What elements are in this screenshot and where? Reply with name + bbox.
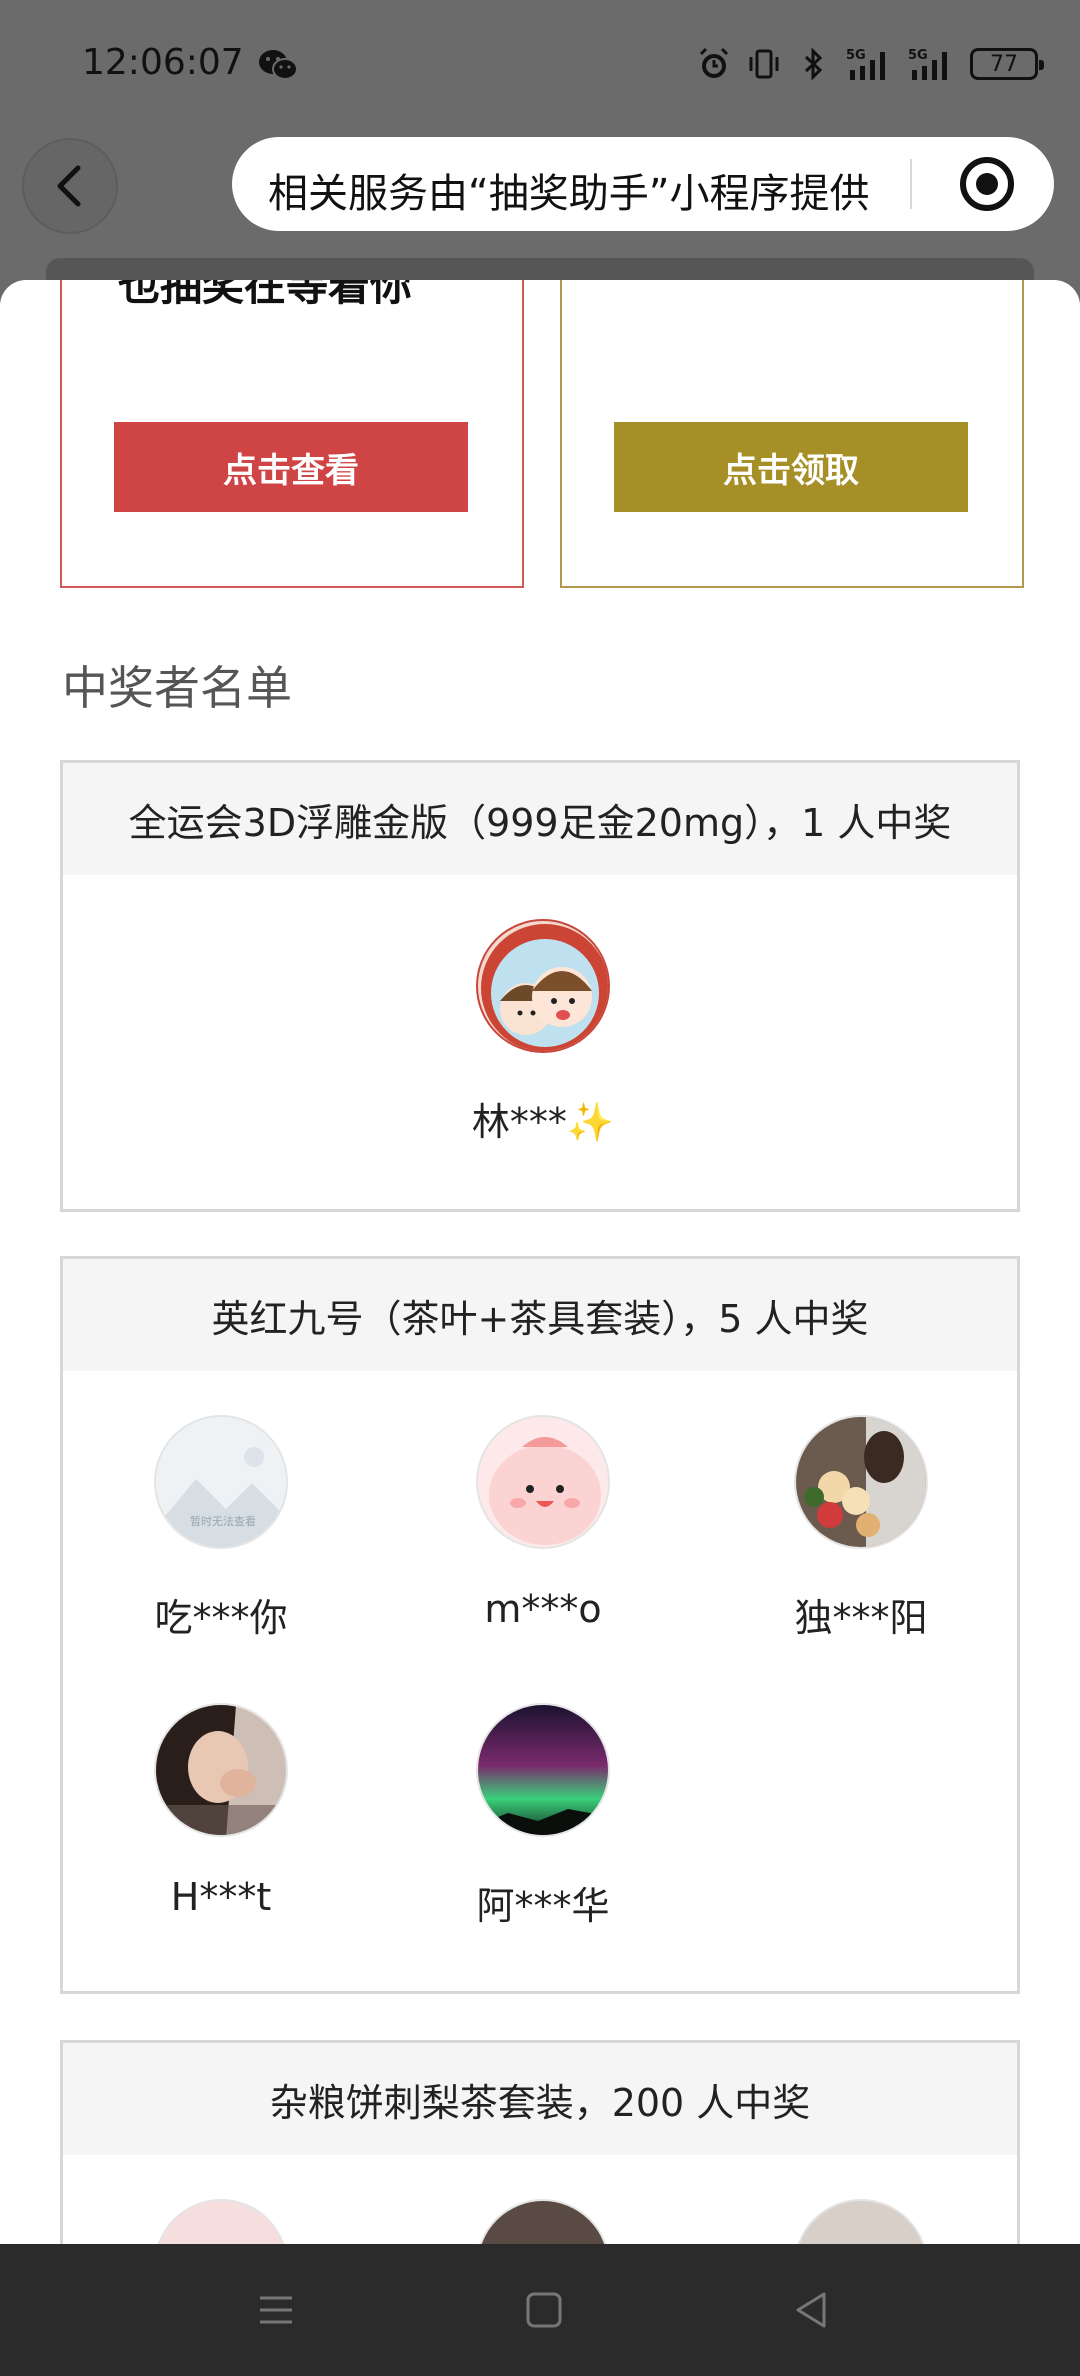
dark-photo-avatar [476, 2199, 610, 2244]
prize-section: 全运会3D浮雕金版（999足金20mg），1 人中奖 林***✨ [60, 760, 1020, 1212]
winner-item[interactable]: 独***阳 [711, 1415, 1011, 1642]
pig-cartoon-avatar [154, 2199, 288, 2244]
child-photo-avatar [794, 2199, 928, 2244]
target-icon[interactable] [960, 157, 1014, 211]
divider [910, 159, 912, 209]
winner-name: H***t [170, 1875, 272, 1919]
claim-button[interactable]: 点击领取 [614, 422, 968, 512]
svg-text:5G: 5G [908, 48, 928, 63]
card-heading: 也抽奖在等着你 [118, 280, 413, 310]
status-icons: 5G 5G 77 [696, 44, 1044, 84]
lottery-sheet: 也抽奖在等着你 点击查看 点击领取 中奖者名单 全运会3D浮雕金版（999足金2… [0, 280, 1080, 2244]
claim-prize-card: 点击领取 [560, 280, 1024, 588]
girl-photo-avatar [154, 1703, 288, 1837]
winner-item[interactable] [393, 2199, 693, 2244]
menu-icon[interactable] [250, 2284, 302, 2336]
winner-name: m***o [484, 1587, 602, 1631]
pink-cartoon-avatar [476, 1415, 610, 1549]
prize-title: 全运会3D浮雕金版（999足金20mg），1 人中奖 [63, 763, 1017, 875]
prize-section: 杂粮饼刺梨茶套装，200 人中奖 [60, 2040, 1020, 2244]
winner-item[interactable] [71, 2199, 371, 2244]
bluetooth-icon [804, 47, 823, 81]
winners-list-title: 中奖者名单 [62, 661, 292, 715]
winner-item[interactable]: m***o [393, 1415, 693, 1631]
aurora-photo-avatar [476, 1703, 610, 1837]
winner-item[interactable] [711, 2199, 1011, 2244]
placeholder-avatar: 暂时无法查看 [154, 1415, 288, 1549]
prize-title: 英红九号（茶叶+茶具套装），5 人中奖 [63, 1259, 1017, 1371]
flowers-photo-avatar [794, 1415, 928, 1549]
prize-section: 英红九号（茶叶+茶具套装），5 人中奖 暂时无法查看 吃***你 m***o 独… [60, 1256, 1020, 1994]
status-time: 12:06:07 [82, 42, 244, 83]
battery-indicator: 77 [970, 48, 1044, 80]
winner-item[interactable]: 林***✨ [393, 919, 693, 1146]
svg-text:5G: 5G [846, 48, 866, 63]
back-button[interactable] [22, 138, 118, 234]
alarm-icon [699, 47, 729, 78]
winner-item[interactable]: 阿***华 [393, 1703, 693, 1930]
winner-item[interactable]: H***t [71, 1703, 371, 1919]
status-bar: 12:06:07 5G 5G 77 [0, 0, 1080, 130]
vibrate-icon [749, 49, 779, 79]
wechat-icon [259, 50, 298, 80]
signal-5g-icon-2: 5G [908, 48, 947, 80]
home-icon[interactable] [518, 2284, 570, 2336]
view-button[interactable]: 点击查看 [114, 422, 468, 512]
service-provider-bar[interactable]: 相关服务由“抽奖助手”小程序提供 [232, 137, 1054, 231]
winner-name: 阿***华 [476, 1884, 610, 1928]
winner-name: 独***阳 [794, 1596, 928, 1640]
signal-5g-icon: 5G [846, 48, 885, 80]
cartoon-couple-avatar [476, 919, 610, 1053]
back-icon[interactable] [786, 2284, 838, 2336]
service-provider-text: 相关服务由“抽奖助手”小程序提供 [268, 171, 870, 217]
avatar-text: 暂时无法查看 [190, 1514, 256, 1528]
winner-item[interactable]: 暂时无法查看 吃***你 [71, 1415, 371, 1642]
battery-level: 77 [990, 51, 1018, 77]
winner-name: 吃***你 [154, 1596, 288, 1640]
system-nav-bar [0, 2244, 1080, 2376]
prize-title: 杂粮饼刺梨茶套装，200 人中奖 [63, 2043, 1017, 2155]
winner-name: 林***✨ [471, 1100, 615, 1144]
view-lottery-card: 也抽奖在等着你 点击查看 [60, 280, 524, 588]
chevron-left-icon [57, 165, 81, 207]
